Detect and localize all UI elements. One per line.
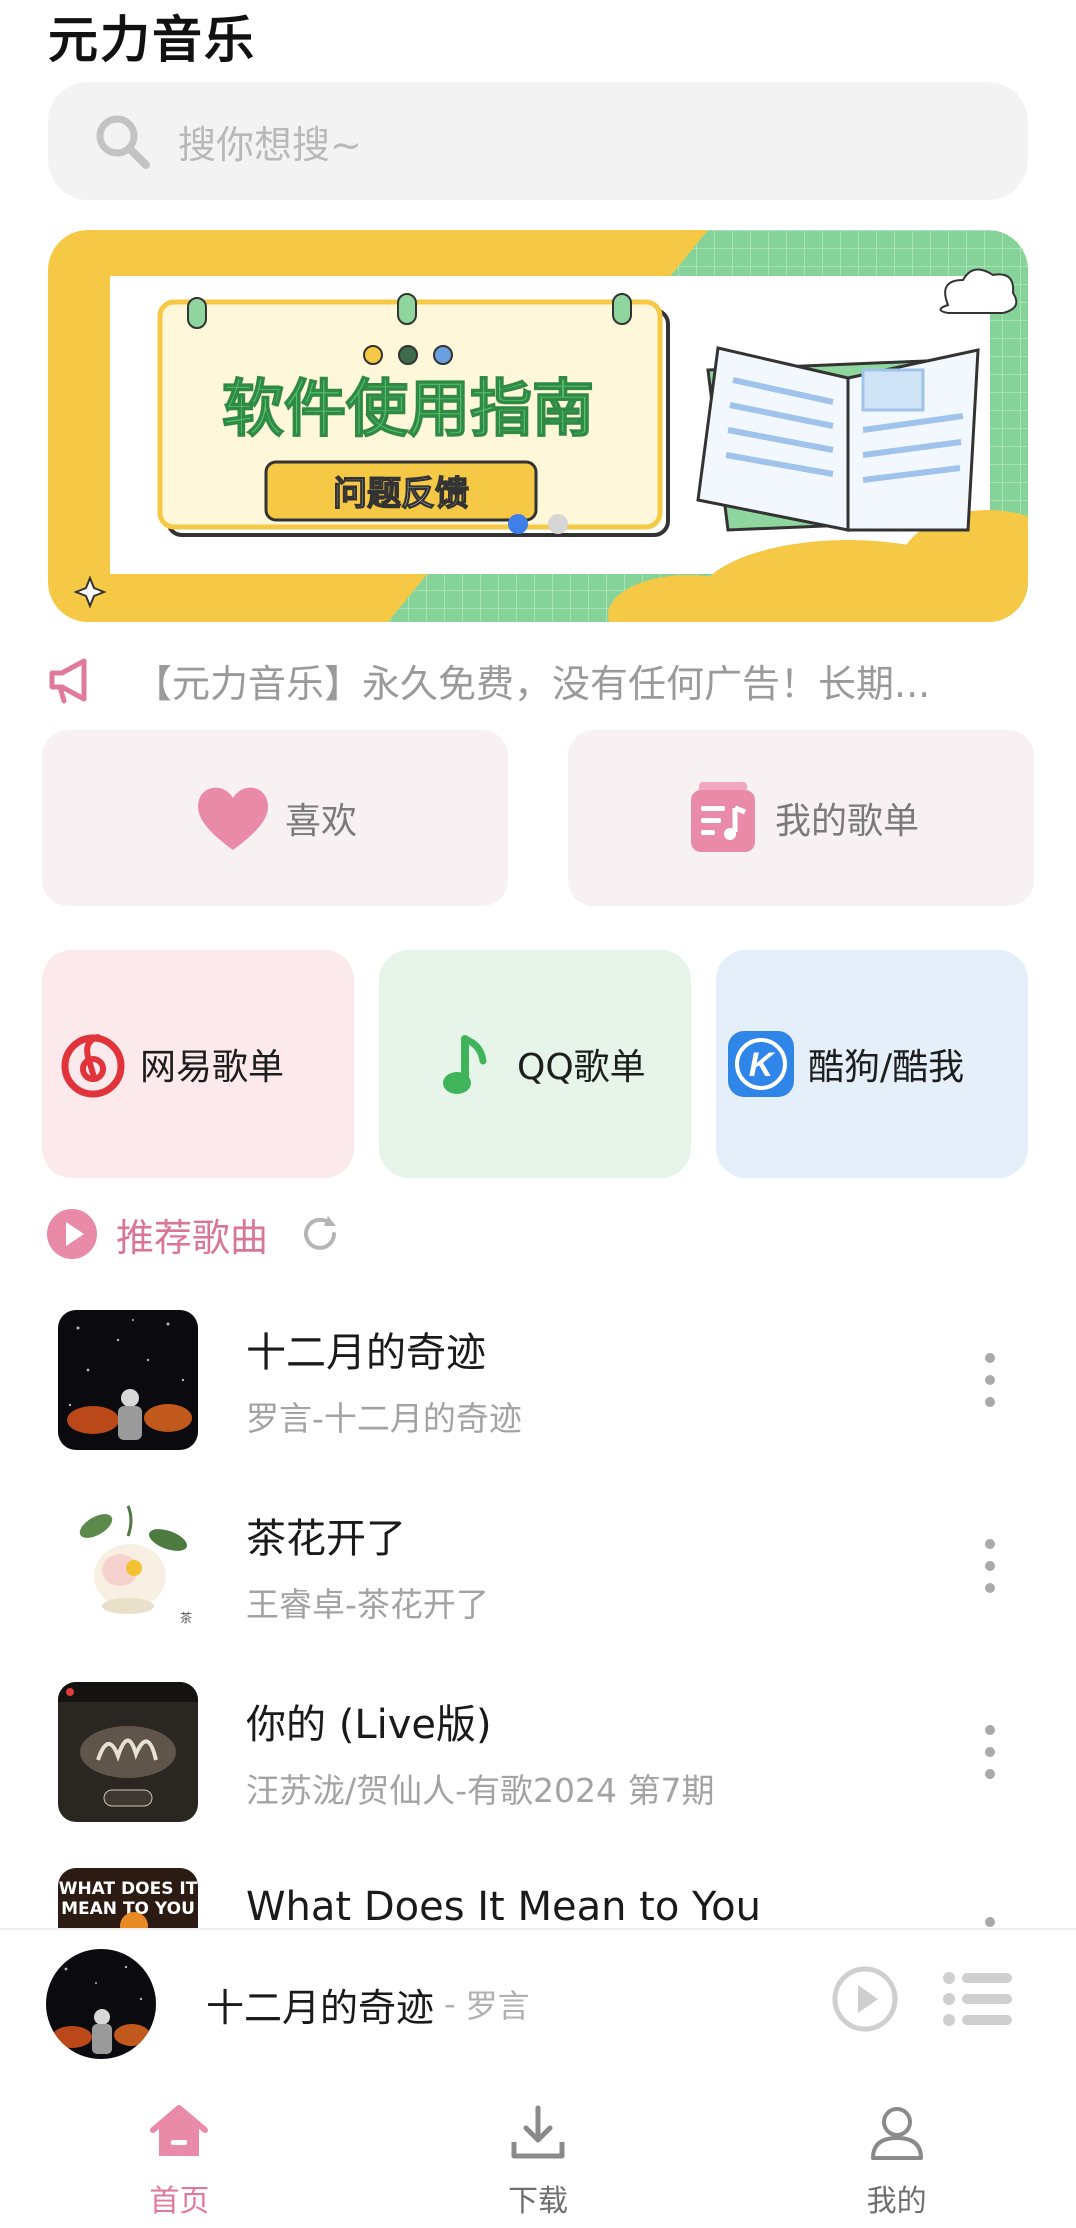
- now-playing-cover: [46, 1949, 156, 2059]
- song-cover: WHAT DOES IT MEAN TO YOU: [58, 1868, 198, 1928]
- netease-icon: [61, 1034, 125, 1098]
- song-subtitle: 王睿卓-茶花开了: [246, 1585, 489, 1624]
- now-playing-separator: -: [444, 1985, 456, 2023]
- my-playlists-button[interactable]: 我的歌单: [568, 730, 1034, 906]
- song-row[interactable]: 你的 (Live版) 汪苏泷/贺仙人-有歌2024 第7期: [58, 1682, 1018, 1822]
- my-playlists-label: 我的歌单: [774, 801, 919, 842]
- announcement-bar[interactable]: 【元力音乐】永久免费，没有任何广告！长期...: [48, 650, 1028, 710]
- qq-label: QQ歌单: [517, 1047, 646, 1088]
- more-vertical-icon[interactable]: [980, 1722, 1000, 1782]
- search-icon: [96, 115, 150, 169]
- now-playing-title: 十二月的奇迹: [206, 1985, 435, 2030]
- netease-playlist-button[interactable]: 网易歌单: [42, 950, 354, 1178]
- kugou-label: 酷狗/酷我: [808, 1047, 965, 1088]
- song-row[interactable]: WHAT DOES IT MEAN TO YOU What Does It Me…: [58, 1868, 1018, 1928]
- favorites-label: 喜欢: [284, 801, 357, 842]
- more-vertical-icon[interactable]: [980, 1914, 1000, 1928]
- search-placeholder: 搜你想搜~: [178, 122, 362, 167]
- more-vertical-icon[interactable]: [980, 1536, 1000, 1596]
- song-subtitle: 罗言-十二月的奇迹: [246, 1399, 522, 1438]
- banner-carousel[interactable]: 软件使用指南 问题反馈: [48, 230, 1028, 622]
- song-cover: [58, 1682, 198, 1822]
- more-vertical-icon[interactable]: [980, 1350, 1000, 1410]
- banner-title: 软件使用指南: [222, 372, 594, 445]
- song-cover: 茶: [58, 1496, 198, 1636]
- home-icon: [150, 2105, 209, 2156]
- user-icon: [870, 2107, 923, 2160]
- tab-mine[interactable]: 我的: [717, 2078, 1076, 2228]
- svg-text:WHAT DOES IT: WHAT DOES IT: [59, 1879, 198, 1899]
- banner-image: 软件使用指南 问题反馈: [48, 230, 1028, 622]
- song-row[interactable]: 茶 茶花开了 王睿卓-茶花开了: [58, 1496, 1018, 1636]
- refresh-icon[interactable]: [298, 1212, 342, 1256]
- carousel-dot-active: [508, 514, 528, 534]
- playlist-queue-button[interactable]: [942, 1970, 1014, 2028]
- bottom-nav: 首页 下载 我的: [0, 2078, 1076, 2228]
- playlist-icon: [690, 782, 755, 852]
- song-title: 你的 (Live版): [246, 1702, 492, 1748]
- tab-download[interactable]: 下载: [359, 2078, 718, 2228]
- play-circle-icon: [47, 1209, 97, 1259]
- download-icon: [511, 2105, 565, 2159]
- carousel-dot: [548, 514, 568, 534]
- megaphone-icon: [49, 658, 87, 704]
- tab-mine-label: 我的: [866, 2184, 927, 2219]
- kugou-icon: K: [728, 1031, 794, 1097]
- netease-label: 网易歌单: [140, 1047, 285, 1088]
- song-title: What Does It Mean to You: [246, 1884, 761, 1928]
- song-title: 十二月的奇迹: [246, 1330, 486, 1376]
- qq-music-icon: [443, 1035, 487, 1094]
- heart-icon: [198, 787, 268, 850]
- search-bar[interactable]: 搜你想搜~: [48, 82, 1028, 200]
- song-subtitle: 汪苏泷/贺仙人-有歌2024 第7期: [246, 1771, 715, 1810]
- favorites-button[interactable]: 喜欢: [42, 730, 508, 906]
- song-cover: [58, 1310, 198, 1450]
- tab-download-label: 下载: [508, 2184, 568, 2219]
- banner-feedback-button: 问题反馈: [333, 474, 469, 514]
- tab-home-label: 首页: [149, 2184, 210, 2219]
- svg-text:茶: 茶: [180, 1610, 192, 1625]
- announcement-text: 【元力音乐】永久免费，没有任何广告！长期...: [134, 661, 931, 706]
- svg-text:K: K: [749, 1046, 776, 1084]
- song-title: 茶花开了: [246, 1516, 406, 1562]
- recommend-title: 推荐歌曲: [116, 1215, 269, 1260]
- kugou-playlist-button[interactable]: K 酷狗/酷我: [716, 950, 1028, 1178]
- app-title: 元力音乐: [48, 11, 256, 69]
- tab-home[interactable]: 首页: [0, 2078, 359, 2228]
- qq-playlist-button[interactable]: QQ歌单: [379, 950, 691, 1178]
- now-playing-artist: 罗言: [465, 1987, 530, 2025]
- song-row[interactable]: 十二月的奇迹 罗言-十二月的奇迹: [58, 1310, 1018, 1450]
- mini-player[interactable]: 十二月的奇迹 - 罗言: [0, 1928, 1076, 2078]
- play-button[interactable]: [832, 1966, 898, 2032]
